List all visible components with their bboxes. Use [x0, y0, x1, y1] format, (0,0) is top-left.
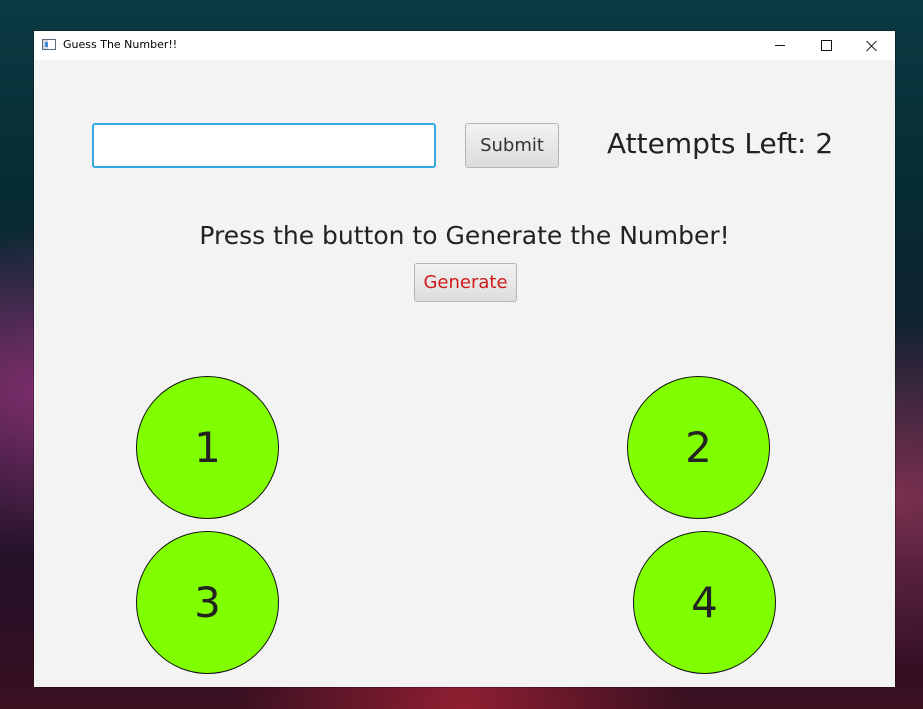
maximize-icon [820, 40, 832, 51]
submit-button[interactable]: Submit [465, 123, 559, 168]
minimize-icon [775, 45, 785, 46]
close-button[interactable] [849, 31, 895, 60]
choice-circle-3[interactable]: 3 [136, 531, 279, 674]
attempts-left-label: Attempts Left: 2 [607, 127, 834, 160]
maximize-button[interactable] [803, 31, 849, 60]
choice-circle-2[interactable]: 2 [627, 376, 770, 519]
choice-circle-1[interactable]: 1 [136, 376, 279, 519]
guess-input[interactable] [92, 123, 436, 168]
java-app-icon [42, 39, 56, 50]
generate-prompt: Press the button to Generate the Number! [199, 221, 730, 250]
generate-button[interactable]: Generate [414, 263, 517, 302]
window-title: Guess The Number!! [63, 38, 178, 51]
close-icon [866, 40, 878, 52]
minimize-button[interactable] [757, 31, 803, 60]
app-window: Guess The Number!! Submit Attempts Left:… [34, 31, 895, 687]
content-pane: Submit Attempts Left: 2 Press the button… [34, 60, 895, 687]
title-bar[interactable]: Guess The Number!! [34, 31, 895, 60]
choice-circle-4[interactable]: 4 [633, 531, 776, 674]
